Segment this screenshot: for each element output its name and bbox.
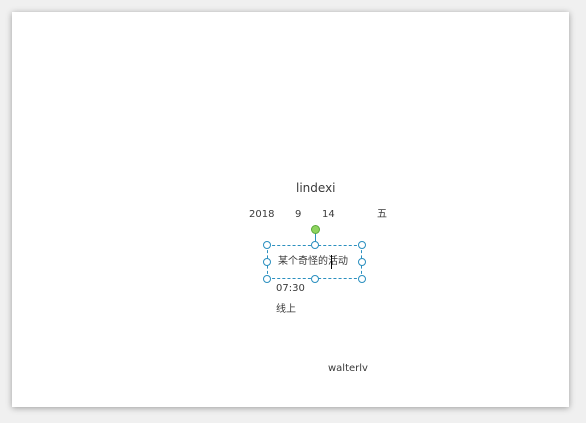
resize-handle-bottom[interactable] (311, 275, 319, 283)
card-page (12, 12, 569, 407)
resize-handle-bottom-right[interactable] (358, 275, 366, 283)
resize-handle-left[interactable] (263, 258, 271, 266)
resize-handle-bottom-left[interactable] (263, 275, 271, 283)
resize-handle-top-left[interactable] (263, 241, 271, 249)
location-text[interactable]: 线上 (276, 305, 296, 315)
time-text[interactable]: 07:30 (276, 284, 305, 294)
weekday-text[interactable]: 五 (377, 210, 387, 220)
event-title-text[interactable]: 某个奇怪的活动 (278, 257, 348, 267)
day-text[interactable]: 14 (322, 210, 335, 220)
resize-handle-top[interactable] (311, 241, 319, 249)
month-text[interactable]: 9 (295, 210, 301, 220)
event-title-textbox[interactable]: 某个奇怪的活动 (267, 245, 362, 279)
rotate-handle[interactable] (311, 225, 320, 234)
text-caret (331, 255, 332, 269)
author-text[interactable]: walterlv (328, 364, 368, 374)
resize-handle-top-right[interactable] (358, 241, 366, 249)
resize-handle-right[interactable] (358, 258, 366, 266)
year-text[interactable]: 2018 (249, 210, 274, 220)
name-text[interactable]: lindexi (296, 182, 336, 194)
